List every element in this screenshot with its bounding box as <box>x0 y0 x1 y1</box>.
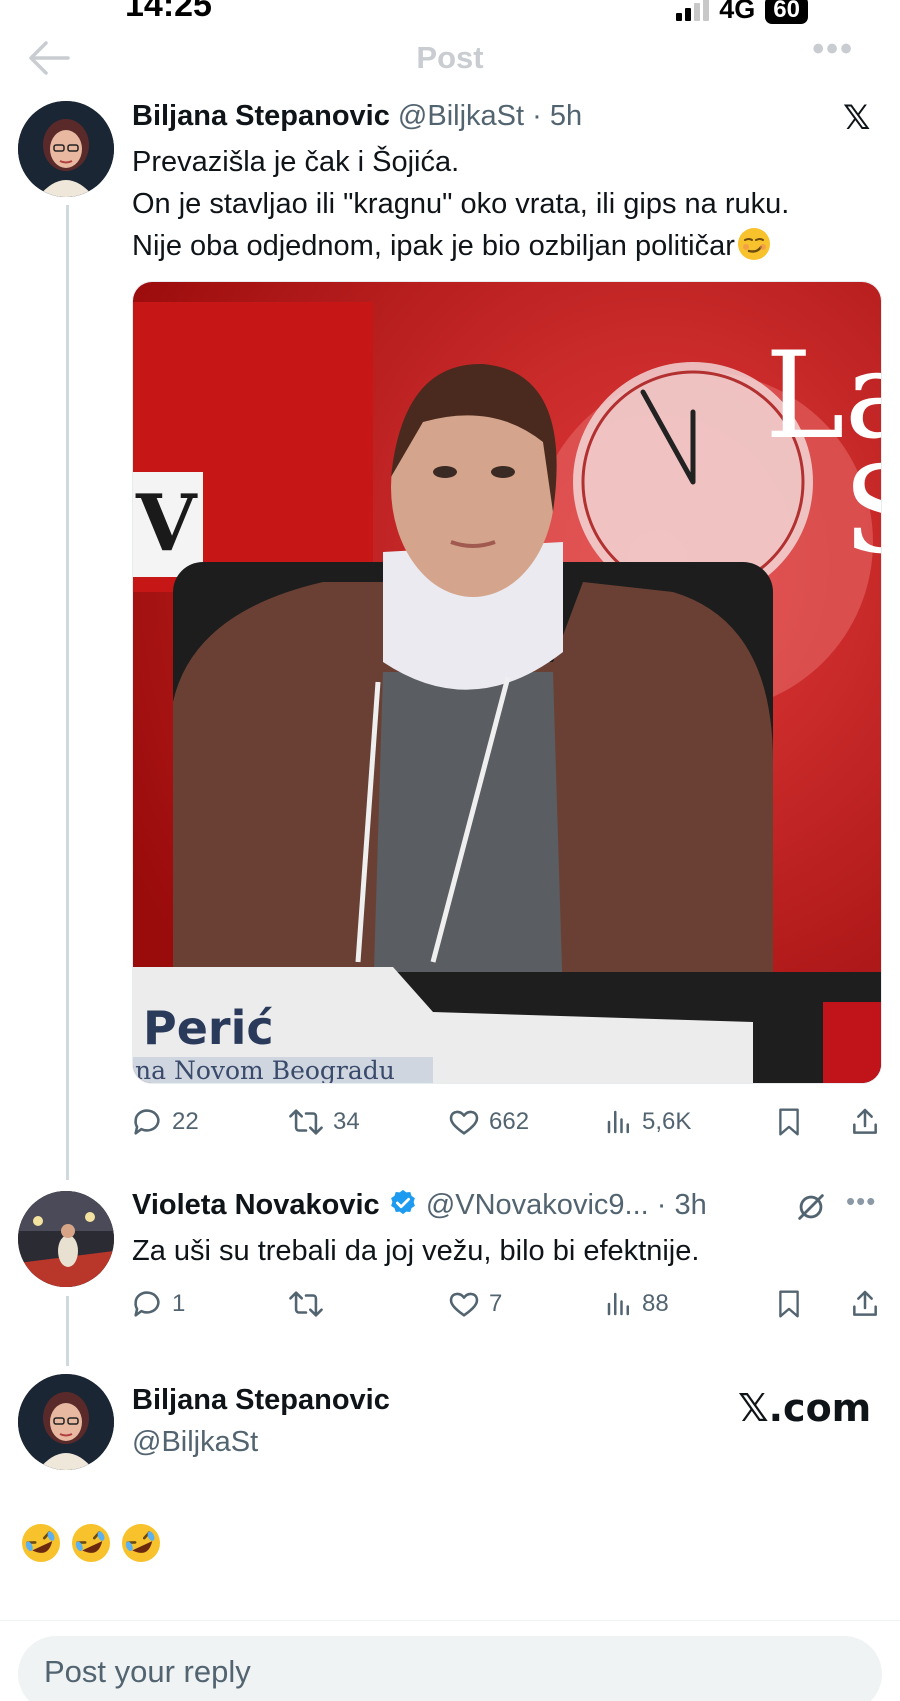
analytics-icon <box>607 1292 629 1316</box>
author-name[interactable]: Biljana Stepanovic <box>132 100 390 132</box>
status-time: 14:25 <box>125 0 212 24</box>
avatar-image <box>18 1374 114 1470</box>
embed-author-handle: @BiljkaSt <box>132 1426 259 1458</box>
repost-icon <box>289 1109 323 1135</box>
like-count: 662 <box>489 1108 530 1135</box>
tweet-time[interactable]: 5h <box>550 100 582 132</box>
status-bar: 14:25 4G 60 <box>0 0 900 28</box>
rofl-emoji-icon <box>122 1524 160 1562</box>
lower-third-name: Perić <box>143 1001 274 1055</box>
tweet-text: Prevazišla je čak i Šojića. On je stavlj… <box>132 141 892 267</box>
rofl-emoji-icon <box>22 1524 60 1562</box>
share-button[interactable] <box>849 1288 881 1320</box>
composer-divider <box>0 1620 900 1621</box>
embed-author-name: Biljana Stepanovic <box>132 1384 390 1416</box>
author-handle[interactable]: @VNovakovic9... <box>426 1189 649 1221</box>
battery-indicator: 60 <box>765 0 808 24</box>
share-icon <box>853 1108 877 1134</box>
repost-icon <box>289 1291 323 1317</box>
more-options-icon[interactable]: ••• <box>812 30 854 69</box>
tweet-line: Nije oba odjednom, ipak je bio ozbiljan … <box>132 225 892 267</box>
reply-icon <box>134 1109 160 1135</box>
tweet-header: Biljana Stepanovic @BiljkaSt · 5h <box>132 100 582 133</box>
heart-icon <box>449 1292 479 1317</box>
share-icon <box>853 1290 877 1316</box>
rofl-emoji-icon <box>72 1524 110 1562</box>
view-count: 88 <box>642 1290 669 1317</box>
heart-icon <box>449 1110 479 1135</box>
backdrop-letter: S <box>843 442 882 581</box>
reply-count: 22 <box>172 1108 199 1135</box>
views-button[interactable]: 5,6K <box>604 1107 774 1137</box>
like-button[interactable]: 7 <box>447 1287 604 1321</box>
tv-broadcast-image: V La S Perić na Novom Beogradu <box>133 282 882 1084</box>
lower-third-subtitle: na Novom Beogradu <box>135 1056 395 1084</box>
thread-line <box>66 205 69 1180</box>
separator-dot: · <box>524 100 550 132</box>
avatar-image <box>18 101 114 197</box>
like-count: 7 <box>489 1290 503 1317</box>
reply-count: 1 <box>172 1290 186 1317</box>
tweet-actions: 22 34 662 5,6K <box>130 1102 882 1142</box>
thread-line <box>66 1296 69 1366</box>
bookmark-icon <box>779 1290 799 1318</box>
reply-icon <box>134 1291 160 1317</box>
author-name[interactable]: Violeta Novakovic <box>132 1189 380 1221</box>
separator-dot: · <box>648 1189 675 1221</box>
avatar-image <box>18 1191 114 1287</box>
tweet-line: Prevazišla je čak i Šojića. <box>132 146 460 178</box>
repost-button[interactable] <box>287 1287 447 1321</box>
view-count: 5,6K <box>642 1108 692 1135</box>
verified-badge-icon <box>390 1189 415 1215</box>
bookmark-button[interactable] <box>774 1106 849 1138</box>
network-label: 4G <box>719 0 756 24</box>
grok-icon[interactable] <box>794 1190 828 1224</box>
reply-placeholder: Post your reply <box>44 1654 251 1689</box>
bookmark-icon <box>779 1108 799 1136</box>
share-button[interactable] <box>849 1106 881 1138</box>
like-button[interactable]: 662 <box>447 1105 604 1139</box>
reply-button[interactable]: 1 <box>130 1287 287 1321</box>
bookmark-button[interactable] <box>774 1288 849 1320</box>
smirk-emoji-icon <box>737 228 770 260</box>
reply-actions: 1 7 88 <box>130 1284 882 1324</box>
backdrop-letter: V <box>135 478 198 569</box>
analytics-icon <box>607 1110 629 1134</box>
tweet-line: On je stavljao ili "kragnu" oko vrata, i… <box>132 188 790 220</box>
avatar[interactable] <box>18 1374 114 1470</box>
reply-text: Za uši su trebali da joj vežu, bilo bi e… <box>132 1235 700 1267</box>
views-button[interactable]: 88 <box>604 1289 774 1319</box>
signal-icon <box>676 0 710 21</box>
more-options-icon[interactable]: ••• <box>846 1186 876 1217</box>
tweet-image[interactable]: V La S Perić na Novom Beogradu <box>132 281 882 1084</box>
repost-count: 34 <box>333 1108 360 1135</box>
x-brand-label: 𝕏.com <box>738 1386 872 1430</box>
author-handle[interactable]: @BiljkaSt <box>398 100 524 132</box>
emoji-row <box>20 1522 162 1564</box>
nav-bar: Post ••• <box>0 30 900 86</box>
avatar[interactable] <box>18 1191 114 1287</box>
reply-header: Violeta Novakovic @VNovakovic9... · 3h <box>132 1188 707 1222</box>
tweet-time[interactable]: 3h <box>674 1189 706 1221</box>
page-title: Post <box>416 40 484 75</box>
reply-input[interactable]: Post your reply <box>18 1636 882 1701</box>
reply-button[interactable]: 22 <box>130 1105 287 1139</box>
avatar[interactable] <box>18 101 114 197</box>
x-logo-icon: 𝕏 <box>843 98 871 138</box>
repost-button[interactable]: 34 <box>287 1105 447 1139</box>
status-indicators: 4G 60 <box>676 0 808 25</box>
